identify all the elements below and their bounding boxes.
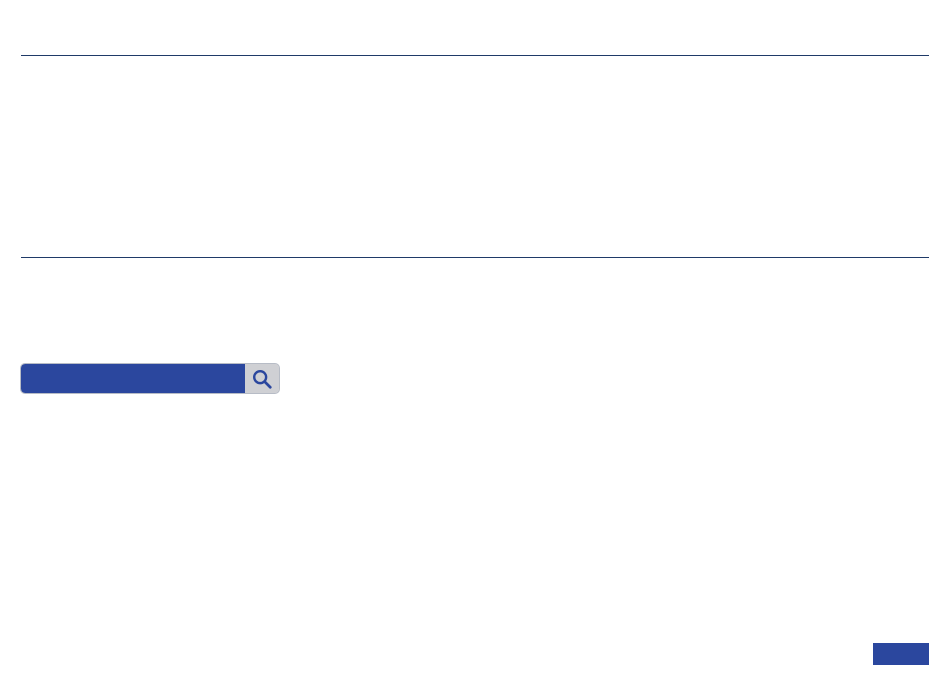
top-divider <box>21 55 929 56</box>
search-button[interactable] <box>245 364 279 393</box>
search-icon <box>253 369 272 389</box>
search-bar <box>20 363 280 394</box>
search-input[interactable] <box>21 364 245 393</box>
corner-button[interactable] <box>873 643 929 665</box>
middle-divider <box>21 257 929 258</box>
page <box>0 0 950 677</box>
